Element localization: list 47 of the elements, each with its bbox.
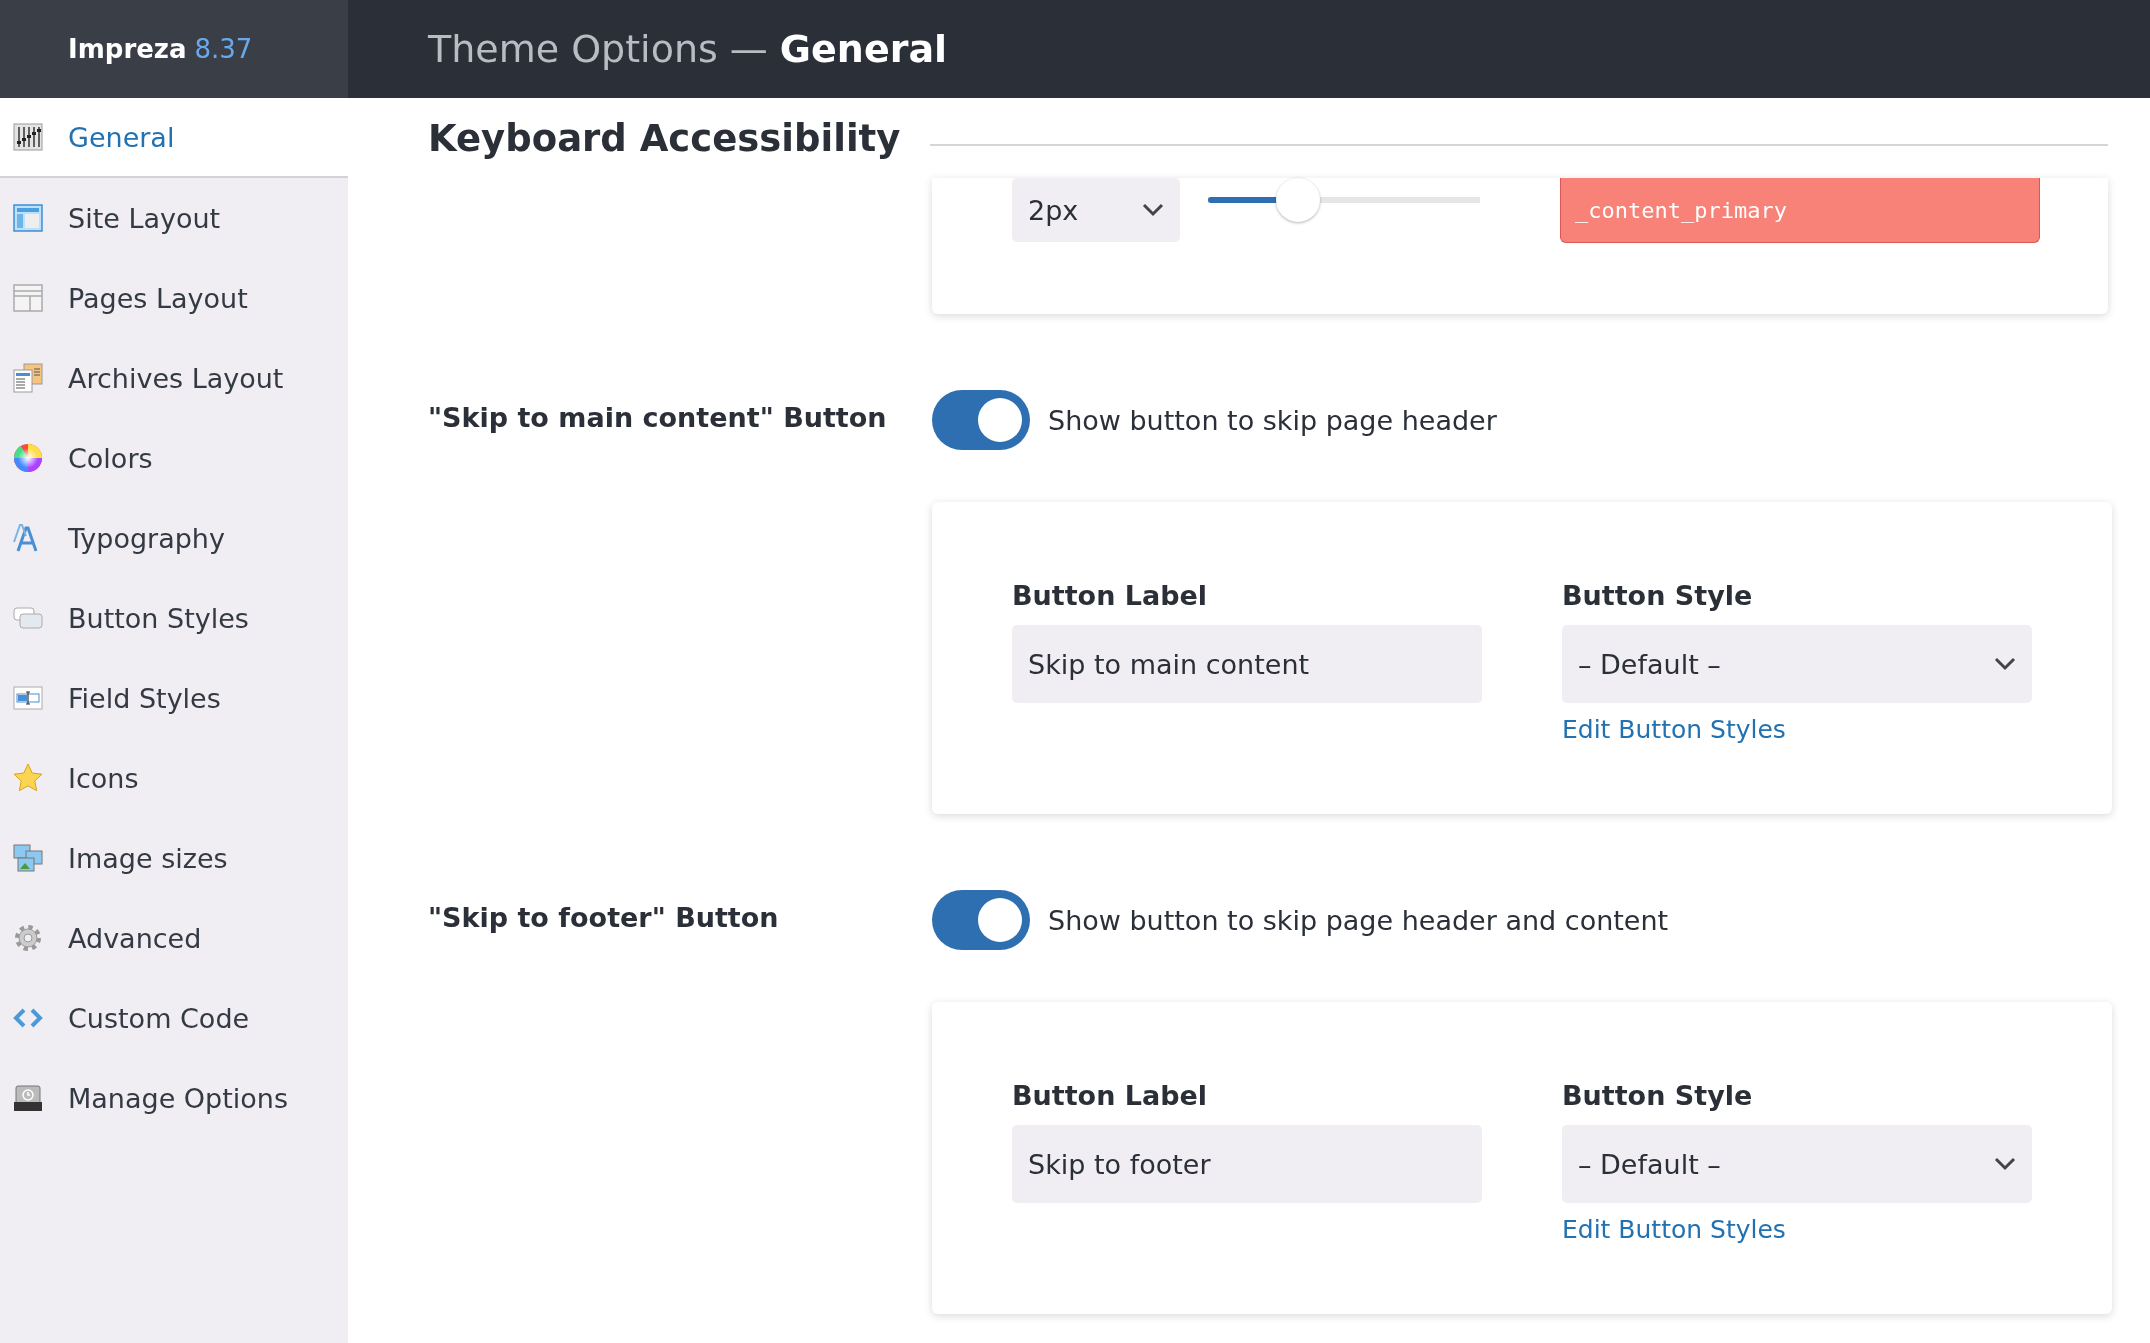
button-style-select[interactable]: – Default –: [1562, 1125, 2032, 1203]
page-title-prefix: Theme Options —: [428, 27, 768, 71]
sidebar-item[interactable]: Button Styles: [0, 578, 348, 658]
toggle-label: Show button to skip page header and content: [1048, 904, 1669, 936]
width-select[interactable]: 2px: [1012, 178, 1180, 242]
section-title: Keyboard Accessibility: [428, 116, 901, 160]
color-wheel-icon: [12, 442, 44, 474]
sidebar-item[interactable]: Site Layout: [0, 178, 348, 258]
edit-button-styles-link[interactable]: Edit Button Styles: [1562, 1215, 1786, 1244]
button-label-field[interactable]: Skip to main content: [1012, 625, 1482, 703]
sidebar-item[interactable]: Field Styles: [0, 658, 348, 738]
field-label: Button Style: [1562, 580, 1754, 611]
page-layout-icon: [12, 282, 44, 314]
sliders-icon: [12, 121, 44, 153]
sidebar-item[interactable]: Manage Options: [0, 1058, 348, 1138]
chevron-down-icon: [1994, 657, 2016, 671]
chevron-down-icon: [1142, 203, 1164, 217]
sidebar-item[interactable]: Typography: [0, 498, 348, 578]
star-icon: [12, 762, 44, 794]
toggle-label: Show button to skip page header: [1048, 404, 1497, 436]
button-label-field[interactable]: Skip to footer: [1012, 1125, 1482, 1203]
page-title: General: [779, 27, 948, 71]
chevron-down-icon: [1994, 1157, 2016, 1171]
toggle-switch[interactable]: [932, 390, 1030, 450]
sidebar-item[interactable]: Pages Layout: [0, 258, 348, 338]
toggle-switch[interactable]: [932, 890, 1030, 950]
images-icon: [12, 842, 44, 874]
field-label: Button Label: [1012, 1080, 1209, 1111]
field-label: Button Style: [1562, 1080, 1754, 1111]
field-label: Button Label: [1012, 580, 1209, 611]
sidebar-item[interactable]: Archives Layout: [0, 338, 348, 418]
sidebar-item[interactable]: Colors: [0, 418, 348, 498]
layout-icon: [12, 202, 44, 234]
sidebar-item[interactable]: Advanced: [0, 898, 348, 978]
drive-icon: [12, 1082, 44, 1114]
documents-icon: [12, 362, 44, 394]
brand-name: Impreza: [68, 34, 187, 64]
gear-icon: [12, 922, 44, 954]
sidebar-item[interactable]: Icons: [0, 738, 348, 818]
sidebar-item[interactable]: Custom Code: [0, 978, 348, 1058]
setting-label: "Skip to footer" Button: [428, 901, 780, 935]
setting-label: "Skip to main content" Button: [428, 401, 888, 435]
sidebar-item[interactable]: Image sizes: [0, 818, 348, 898]
edit-button-styles-link[interactable]: Edit Button Styles: [1562, 715, 1786, 744]
sidebar-item[interactable]: General: [0, 98, 348, 178]
version-number: 8.37: [194, 34, 253, 64]
button-style-select[interactable]: – Default –: [1562, 625, 2032, 703]
